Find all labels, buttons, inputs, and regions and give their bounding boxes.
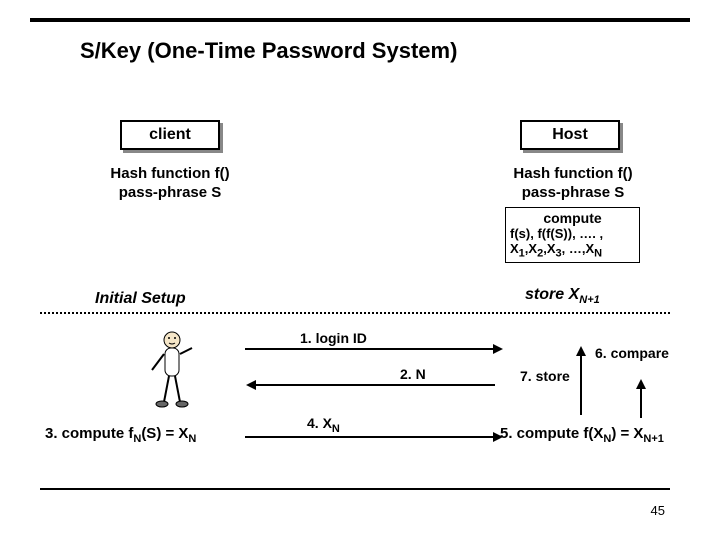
bottom-border: [40, 488, 670, 490]
host-hash-text: Hash function f() pass-phrase S: [498, 165, 648, 203]
arrow-store: [640, 388, 642, 418]
person-icon: [150, 330, 200, 410]
step6-label: 6. compare: [595, 345, 669, 361]
compute-line1: compute: [510, 210, 635, 226]
host-box: Host: [520, 120, 620, 150]
client-hash-text: Hash function f() pass-phrase S: [95, 165, 245, 203]
arrow-login-head: [493, 344, 503, 354]
compute-line3: X1,X2,X3, …,XN: [510, 241, 635, 260]
arrow-xn: [245, 436, 495, 438]
step5-label: 5. compute f(XN) = XN+1: [500, 425, 664, 445]
arrow-n-head: [246, 380, 256, 390]
slide-title: S/Key (One-Time Password System): [80, 38, 457, 64]
host-hash-line1: Hash function f(): [513, 165, 632, 182]
step7-label: 7. store: [520, 368, 570, 384]
arrow-n: [255, 384, 495, 386]
arrow-login: [245, 348, 495, 350]
arrow-compare-head: [576, 346, 586, 356]
client-box: client: [120, 120, 220, 150]
top-border: [30, 18, 690, 22]
initial-setup-label: Initial Setup: [95, 290, 186, 308]
step1-label: 1. login ID: [300, 330, 367, 346]
dashed-divider: [40, 312, 670, 314]
client-hash-line1: Hash function f(): [110, 165, 229, 182]
client-hash-line2: pass-phrase S: [119, 184, 222, 201]
store-label: store XN+1: [525, 286, 600, 306]
step2-label: 2. N: [400, 366, 426, 382]
arrow-store-head: [636, 379, 646, 389]
arrow-compare: [580, 355, 582, 415]
host-hash-line2: pass-phrase S: [522, 184, 625, 201]
step3-label: 3. compute fN(S) = XN: [45, 425, 196, 445]
compute-line2: f(s), f(f(S)), …. ,: [510, 226, 635, 241]
page-number: 45: [651, 503, 665, 518]
step4-label: 4. XN: [307, 415, 340, 435]
compute-box: compute f(s), f(f(S)), …. , X1,X2,X3, …,…: [505, 207, 640, 263]
